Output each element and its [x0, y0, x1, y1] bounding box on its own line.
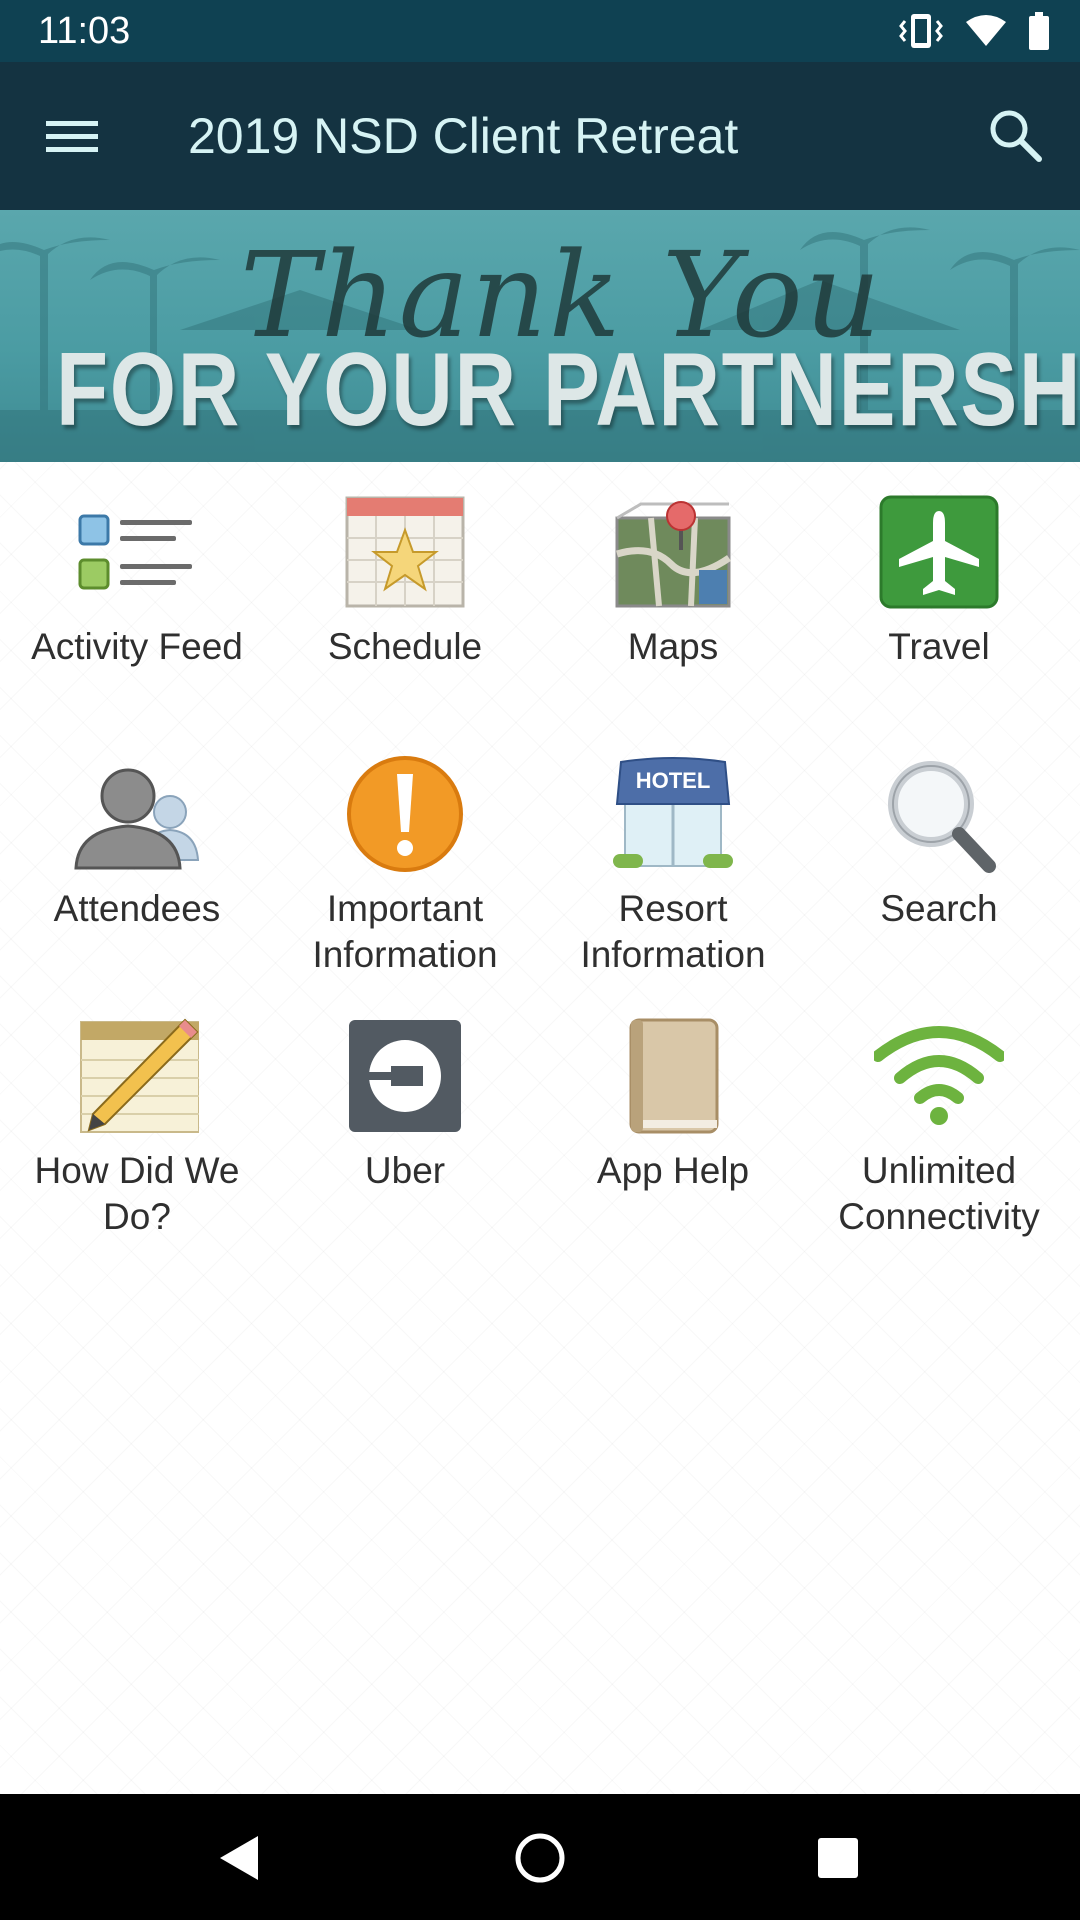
uber-icon [340, 1016, 470, 1136]
exclamation-icon [340, 754, 470, 874]
tile-label: Activity Feed [31, 626, 243, 667]
tile-label: Uber [364, 1150, 446, 1191]
menu-grid: Activity Feed Schedule Maps Travel Atten… [0, 462, 1080, 1794]
tile-how-did-we-do[interactable]: How Did We Do? [12, 986, 262, 1237]
back-icon[interactable] [202, 1822, 274, 1894]
tile-schedule[interactable]: Schedule [280, 462, 530, 712]
book-icon [608, 1016, 738, 1136]
airplane-icon [874, 492, 1004, 612]
tile-label: Unlimited Connectivity [838, 1150, 1040, 1237]
hamburger-menu-icon [46, 121, 98, 152]
tile-travel[interactable]: Travel [814, 462, 1064, 712]
tile-activity-feed[interactable]: Activity Feed [12, 462, 262, 712]
map-pin-icon [608, 492, 738, 612]
tile-resort-information[interactable]: HOTEL Resort Information [548, 724, 798, 975]
menu-button[interactable] [36, 102, 108, 170]
tile-app-help[interactable]: App Help [548, 986, 798, 1236]
tile-search[interactable]: Search [814, 724, 1064, 974]
tile-label: How Did We Do? [34, 1150, 240, 1237]
tile-maps[interactable]: Maps [548, 462, 798, 712]
app-bar: 2019 NSD Client Retreat [0, 62, 1080, 210]
tile-label: App Help [596, 1150, 750, 1191]
status-icons [898, 12, 1050, 50]
home-icon[interactable] [504, 1822, 576, 1894]
status-time: 11:03 [38, 10, 131, 52]
banner: Thank You FOR YOUR PARTNERSHIP! [0, 210, 1080, 462]
search-button[interactable] [978, 98, 1054, 174]
magnifier-icon [874, 754, 1004, 874]
tile-label: Important Information [312, 888, 498, 975]
tile-label: Resort Information [580, 888, 766, 975]
tile-label: Schedule [327, 626, 483, 667]
tile-attendees[interactable]: Attendees [12, 724, 262, 974]
battery-icon [1029, 12, 1049, 50]
status-bar: 11:03 [0, 0, 1080, 62]
search-icon [990, 110, 1042, 162]
activity-feed-icon [72, 492, 202, 612]
system-nav-bar [0, 1794, 1080, 1920]
tile-unlimited-connectivity[interactable]: Unlimited Connectivity [814, 986, 1064, 1237]
tile-label: Search [880, 888, 998, 929]
banner-main-text: FOR YOUR PARTNERSHIP! [56, 332, 1080, 448]
svg-text:HOTEL: HOTEL [636, 768, 711, 793]
calendar-star-icon [340, 492, 470, 612]
wifi-icon [874, 1016, 1004, 1136]
wifi-status-icon [966, 15, 1006, 46]
tile-label: Travel [888, 626, 990, 667]
hotel-icon: HOTEL [608, 754, 738, 874]
tile-label: Attendees [53, 888, 221, 929]
vibrate-icon [899, 14, 943, 48]
tile-label: Maps [627, 626, 719, 667]
tile-uber[interactable]: Uber [280, 986, 530, 1236]
recents-icon[interactable] [802, 1822, 874, 1894]
people-icon [72, 754, 202, 874]
tile-important-information[interactable]: Important Information [280, 724, 530, 975]
app-title: 2019 NSD Client Retreat [188, 108, 739, 164]
notepad-pencil-icon [72, 1016, 202, 1136]
